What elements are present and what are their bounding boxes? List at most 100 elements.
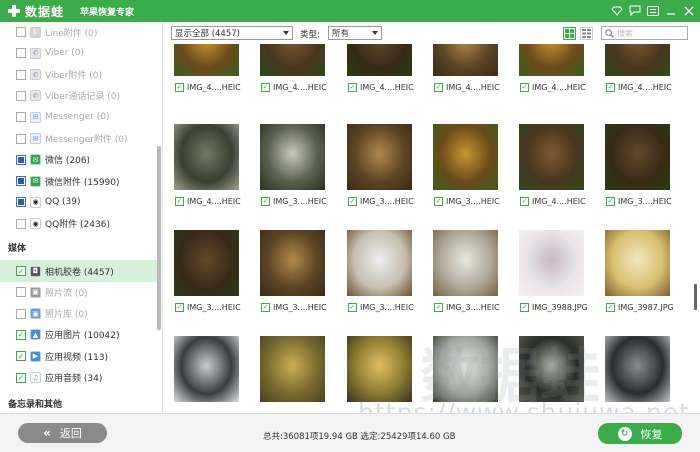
restore-icon: ↻ [617, 426, 632, 441]
chat-icon[interactable] [627, 3, 642, 18]
checkbox[interactable] [16, 112, 26, 123]
photo-thumbnail[interactable] [433, 44, 498, 76]
sidebar-item[interactable]: ✓ ▶ 应用视频 (113) [0, 345, 158, 367]
photo-thumbnail[interactable] [174, 336, 239, 402]
checkbox[interactable]: ✓ [16, 266, 26, 276]
sidebar-item[interactable]: ✓ ♫ 应用音频 (34) [0, 367, 158, 389]
photo-thumbnail[interactable] [605, 336, 670, 402]
sidebar-item[interactable]: ✓ ◘ 相机胶卷 (4457) [0, 260, 158, 282]
photo-thumbnail[interactable] [174, 230, 239, 296]
minimize-icon[interactable] [663, 3, 678, 18]
photo-thumbnail[interactable] [260, 44, 325, 76]
checkbox[interactable] [16, 218, 26, 229]
photo-thumbnail[interactable] [605, 124, 670, 190]
sidebar-item[interactable]: ✉ Messenger (0) [0, 106, 158, 128]
sidebar-item[interactable]: ▣ 照片流 (0) [0, 281, 158, 303]
list-view-button[interactable] [580, 27, 593, 40]
photo-thumbnail[interactable] [433, 124, 498, 190]
photo-thumbnail[interactable] [605, 230, 670, 296]
photo-thumbnail[interactable] [260, 124, 325, 190]
photo-thumbnail[interactable] [347, 230, 412, 296]
photo-thumbnail[interactable] [174, 124, 239, 190]
photo-checkbox[interactable]: ✓ [175, 82, 184, 92]
checkbox[interactable] [16, 90, 26, 101]
filter-select[interactable]: 显示全部 (4457) [171, 26, 293, 40]
close-icon[interactable] [681, 3, 696, 18]
sidebar-item[interactable]: ◉ QQ (39) [0, 191, 158, 213]
photo-filename: IMG_3....HEIC [446, 196, 500, 206]
checkbox[interactable] [16, 69, 26, 80]
checkbox[interactable]: ✓ [16, 372, 26, 383]
checkbox[interactable]: ✓ [16, 351, 26, 362]
photo-checkbox[interactable]: ✓ [348, 82, 357, 92]
photo-checkbox[interactable]: ✓ [520, 302, 529, 312]
photo-checkbox[interactable]: ✓ [520, 82, 529, 92]
sidebar-scrollbar[interactable] [157, 146, 161, 330]
checkbox[interactable] [16, 48, 26, 59]
sidebar-item[interactable]: L Line附件 (0) [0, 22, 158, 43]
photo-checkbox[interactable]: ✓ [434, 82, 443, 92]
checkbox[interactable] [16, 27, 26, 37]
photo-thumbnail[interactable] [519, 44, 584, 76]
photo-thumbnail[interactable] [347, 124, 412, 190]
photo-checkbox[interactable]: ✓ [434, 196, 443, 206]
photo-checkbox[interactable]: ✓ [606, 196, 615, 206]
checkbox[interactable] [16, 176, 26, 187]
search-input[interactable] [617, 28, 683, 38]
double-chevron-left-icon: « [43, 426, 51, 440]
menu-icon[interactable] [645, 3, 660, 18]
photo-checkbox[interactable]: ✓ [175, 196, 184, 206]
photo-checkbox[interactable]: ✓ [348, 302, 357, 312]
sidebar-item[interactable]: ✆ Viber附件 (0) [0, 64, 158, 86]
sidebar-item[interactable]: ✆ Viber通话记录 (0) [0, 85, 158, 107]
logo-text: 数据蛙 [25, 4, 65, 19]
diamond-icon[interactable] [609, 3, 624, 18]
photo-thumbnail[interactable] [605, 44, 670, 76]
photo-thumbnail[interactable] [260, 230, 325, 296]
sidebar-item[interactable]: ◉ QQ附件 (2436) [0, 213, 158, 235]
back-button[interactable]: « 返回 [18, 423, 107, 443]
sidebar-item-label: 相机胶卷 (4457) [45, 267, 114, 278]
checkbox[interactable]: ✓ [16, 329, 26, 340]
viber-icon: ✆ [30, 47, 41, 59]
qq-icon: ◉ [30, 218, 41, 230]
checkbox[interactable] [16, 197, 26, 208]
checkbox[interactable] [16, 154, 26, 165]
photo-checkbox[interactable]: ✓ [606, 302, 615, 312]
photo-checkbox[interactable]: ✓ [348, 196, 357, 206]
grid-view-button[interactable] [563, 27, 576, 40]
recover-button[interactable]: ↻ 恢复 [598, 423, 682, 444]
sidebar-item-label: 应用音频 (34) [45, 374, 103, 384]
type-select[interactable]: 所有 [328, 26, 382, 40]
photo-thumbnail[interactable] [260, 336, 325, 402]
sidebar-item[interactable]: ✆ Viber (0) [0, 42, 158, 64]
photo-checkbox[interactable]: ✓ [261, 82, 270, 92]
photo-thumbnail[interactable] [347, 44, 412, 76]
photo-thumbnail[interactable] [519, 124, 584, 190]
search-box[interactable] [601, 26, 688, 40]
photo-checkbox[interactable]: ✓ [520, 196, 529, 206]
sidebar-item[interactable]: ▣ 照片库 (0) [0, 303, 158, 325]
sidebar-item[interactable]: ✓ ▲ 应用图片 (10042) [0, 324, 158, 346]
photo-filename: IMG_4....HEIC [532, 82, 586, 92]
sidebar-item[interactable]: ✉ Messenger附件 (0) [0, 128, 158, 150]
photo-checkbox[interactable]: ✓ [434, 302, 443, 312]
photo-thumbnail[interactable] [174, 44, 239, 76]
checkbox[interactable] [16, 287, 26, 298]
checkbox[interactable] [16, 133, 26, 144]
grid-scrollbar[interactable] [694, 284, 697, 310]
checkbox[interactable] [16, 308, 26, 319]
photo-checkbox[interactable]: ✓ [261, 196, 270, 206]
photo-checkbox[interactable]: ✓ [261, 302, 270, 312]
messenger-icon: ✉ [30, 133, 41, 144]
sidebar-item-label: Viber附件 (0) [45, 71, 103, 82]
photo-thumbnail[interactable] [347, 336, 412, 402]
sidebar-item[interactable]: ✉ 微信 (206) [0, 149, 158, 171]
photo-checkbox[interactable]: ✓ [606, 82, 615, 92]
photo-thumbnail[interactable] [519, 230, 584, 296]
photo-thumbnail[interactable] [433, 230, 498, 296]
photo-filename: IMG_3....HEIC [273, 196, 327, 206]
photolib-icon: ▣ [30, 308, 41, 320]
sidebar-item[interactable]: ✉ 微信附件 (15990) [0, 170, 158, 192]
photo-checkbox[interactable]: ✓ [175, 302, 184, 312]
